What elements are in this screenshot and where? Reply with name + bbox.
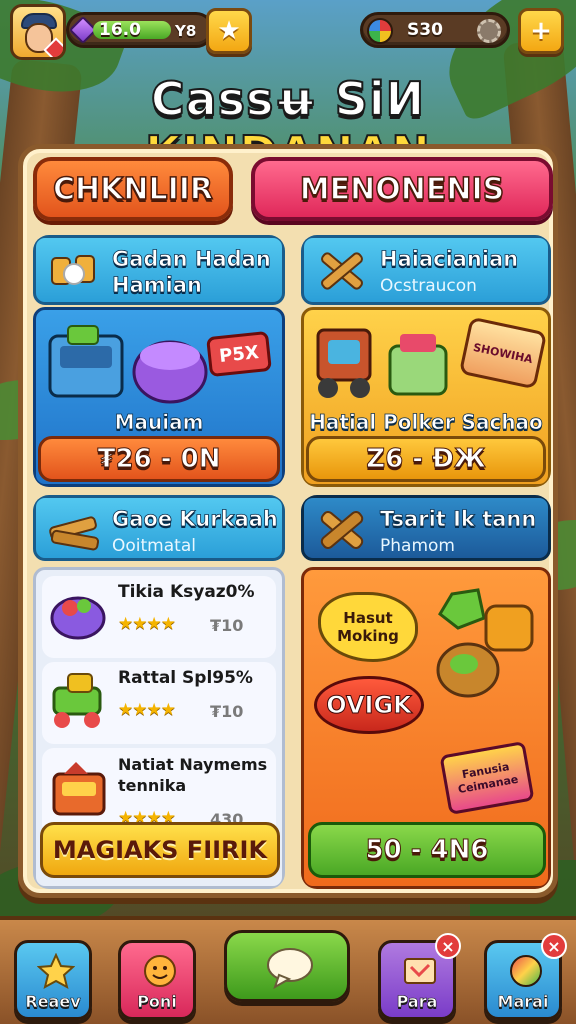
cauldron-icon xyxy=(50,596,106,640)
plus-button[interactable]: + xyxy=(518,8,564,54)
close-icon[interactable]: × xyxy=(435,933,461,959)
nav-marai[interactable]: Marai × xyxy=(484,933,567,1020)
star-icon: ★ xyxy=(217,16,241,46)
xp-level: Y8 xyxy=(175,22,197,40)
card-body: Hasut Moking OVIGK Fanusia Ceimanae 50 -… xyxy=(301,567,551,889)
crate-label: SHOWIHA xyxy=(458,316,548,390)
card-subtitle: Ooitmatal xyxy=(112,536,196,556)
price-button[interactable]: ₮26 - 0N xyxy=(38,436,280,482)
tab-menonenis[interactable]: MENONENIS xyxy=(251,157,553,221)
crossed-logs-icon xyxy=(320,511,364,549)
magiaks-button[interactable]: MAGIAKS FIIRIK xyxy=(40,822,280,878)
food-bundle-icon xyxy=(436,588,534,698)
price-button[interactable]: 50 - 4N6 xyxy=(308,822,546,878)
card-haiacianian[interactable]: Haiacianian Ocstraucon SHOWIHA Hatial Po… xyxy=(301,235,551,487)
xp-bar: 16.0 Y8 xyxy=(66,12,214,48)
tab-chknliir[interactable]: CHKNLIIR xyxy=(33,157,233,221)
chat-bubble-icon xyxy=(267,948,313,989)
item-tag: P5X xyxy=(206,330,272,378)
list-item[interactable]: Rattal Spl95% ★★★★ ₮10 xyxy=(42,662,276,744)
cart-icon xyxy=(52,673,102,728)
item-name: Tikia Ksyaz0% xyxy=(118,582,255,602)
promo-oval: OVIGK xyxy=(314,676,424,734)
wood-planks-icon xyxy=(49,516,100,551)
top-bar: 16.0 Y8 ★ S30 + xyxy=(0,0,576,64)
orb-icon xyxy=(367,18,393,44)
card-body: Tikia Ksyaz0% ★★★★ ₮10 Rattal Spl95% ★★★… xyxy=(33,567,285,889)
card-title: Tsarit Ik tann xyxy=(380,507,537,532)
plus-icon: + xyxy=(530,16,552,46)
item-name: Natiat Naymems tennika xyxy=(118,755,268,795)
star-icon xyxy=(37,953,75,989)
ball-icon xyxy=(510,955,542,987)
player-avatar[interactable] xyxy=(10,4,66,60)
promo-badge: Hasut Moking xyxy=(318,592,418,662)
item-name: Mauiam xyxy=(114,410,204,435)
shop-board: CHKNLIIR MENONENIS Gadan Hadan Hamian P5 xyxy=(18,144,558,898)
smile-icon xyxy=(144,955,176,987)
title-part-1: Cassʉ SiИ xyxy=(150,71,426,127)
gear-icon[interactable] xyxy=(477,19,501,43)
card-body: P5X Mauiam ₮26 - 0N xyxy=(33,307,285,487)
coins-bar: S30 xyxy=(360,12,510,48)
card-body: SHOWIHA Hatial Polker Sachao Z6 - ĐЖ xyxy=(301,307,551,487)
card-title: Gadan Hadan Hamian xyxy=(112,247,272,298)
card-header: Gadan Hadan Hamian xyxy=(33,235,285,305)
card-subtitle: Ocstraucon xyxy=(380,276,477,296)
nav-poni[interactable]: Poni xyxy=(118,940,196,1020)
card-header: Tsarit Ik tann Phamom xyxy=(301,495,551,561)
card-gaoe-kurkaah: Gaoe Kurkaah Ooitmatal Tikia Ksyaz0% ★★★… xyxy=(33,495,285,889)
pickaxe-icon xyxy=(51,255,95,285)
card-gadan-hadan[interactable]: Gadan Hadan Hamian P5X Mauiam ₮26 - 0N xyxy=(33,235,285,487)
card-tsarit[interactable]: Tsarit Ik tann Phamom Hasut Moking OVIGK… xyxy=(301,495,551,889)
item-name: Rattal Spl95% xyxy=(118,668,253,688)
list-item[interactable]: Tikia Ksyaz0% ★★★★ ₮10 xyxy=(42,576,276,658)
ticket-item: Fanusia Ceimanae xyxy=(439,740,535,816)
card-title: Haiacianian xyxy=(380,247,519,272)
card-header: Gaoe Kurkaah Ooitmatal xyxy=(33,495,285,561)
item-name: Hatial Polker Sachao xyxy=(309,410,543,435)
price-button[interactable]: Z6 - ĐЖ xyxy=(306,436,546,482)
item-value: ₮10 xyxy=(210,702,244,721)
coins-value: S30 xyxy=(407,20,443,40)
close-icon[interactable]: × xyxy=(541,933,567,959)
rating-stars: ★★★★ xyxy=(118,700,176,720)
bottom-nav: Reaev Poni Para × Marai × xyxy=(0,916,576,1024)
crossed-tools-icon xyxy=(321,252,363,290)
card-title: Gaoe Kurkaah xyxy=(112,507,279,532)
card-subtitle: Phamom xyxy=(380,536,455,556)
xp-value: 16.0 xyxy=(99,20,141,40)
item-value: ₮10 xyxy=(210,616,244,635)
nav-chat[interactable] xyxy=(224,930,350,1002)
card-header: Haiacianian Ocstraucon xyxy=(301,235,551,305)
star-button[interactable]: ★ xyxy=(206,8,252,54)
nav-para[interactable]: Para × xyxy=(378,933,461,1020)
machine-items-icon xyxy=(316,328,448,398)
rating-stars: ★★★★ xyxy=(118,614,176,634)
map-icon xyxy=(404,958,436,984)
cash-register-icon xyxy=(52,762,106,816)
nav-reaev[interactable]: Reaev xyxy=(14,940,92,1020)
